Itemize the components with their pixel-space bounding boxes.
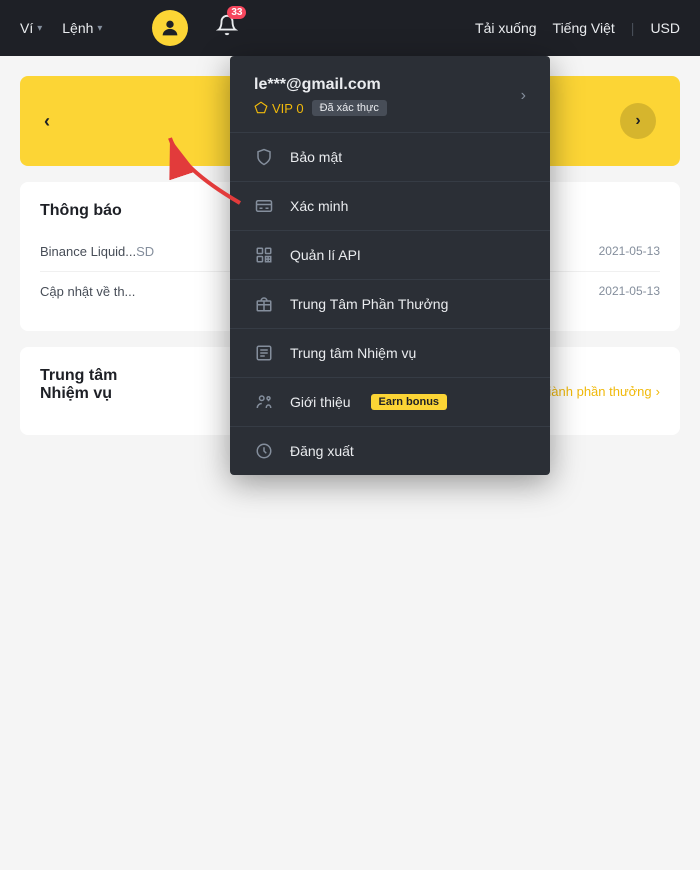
api-icon: [254, 245, 274, 265]
nav-left: Ví ▾ Lệnh ▾: [20, 20, 102, 36]
verified-badge: Đã xác thực: [312, 100, 387, 116]
notif-date-1: 2021-05-13: [599, 244, 660, 258]
menu-item-security[interactable]: Bảo mật: [230, 133, 550, 181]
task-icon: [254, 343, 274, 363]
person-icon: [159, 17, 181, 39]
chevron-right-icon: ›: [521, 87, 526, 105]
user-dropdown-menu: le***@gmail.com VIP 0 Đã xác thực › Bảo …: [230, 56, 550, 475]
banner-left-arrow: ‹: [44, 111, 50, 132]
menu-security-label: Bảo mật: [290, 149, 342, 165]
id-card-icon: [254, 196, 274, 216]
nav-orders-label: Lệnh: [62, 20, 93, 36]
earn-bonus-tag: Earn bonus: [371, 394, 448, 410]
download-link[interactable]: Tải xuống: [475, 20, 536, 36]
menu-item-reward[interactable]: Trung Tâm Phần Thưởng: [230, 280, 550, 328]
currency-selector[interactable]: USD: [650, 20, 680, 36]
arrow-icon: ›: [656, 384, 660, 399]
reward-icon: [254, 294, 274, 314]
divider: |: [631, 20, 635, 36]
vip-label: VIP 0: [254, 101, 304, 116]
menu-item-referral[interactable]: Giới thiệu Earn bonus: [230, 378, 550, 426]
menu-referral-label: Giới thiệu: [290, 394, 351, 410]
menu-task-label: Trung tâm Nhiệm vụ: [290, 345, 416, 361]
nav-orders[interactable]: Lệnh ▾: [62, 20, 102, 36]
task-center-title: Trung tâm Nhiệm vụ: [40, 367, 117, 403]
shield-icon: [254, 147, 274, 167]
user-email: le***@gmail.com: [254, 76, 387, 94]
chevron-down-icon: ▾: [37, 23, 42, 34]
header: Ví ▾ Lệnh ▾ 33 Tải xuống Tiếng Việt | US…: [0, 0, 700, 56]
notif-date-2: 2021-05-13: [599, 284, 660, 298]
language-selector[interactable]: Tiếng Việt: [553, 20, 615, 36]
menu-api-label: Quản lí API: [290, 247, 361, 263]
menu-item-api[interactable]: Quản lí API: [230, 231, 550, 279]
menu-verify-label: Xác minh: [290, 198, 348, 214]
menu-item-logout[interactable]: Đăng xuất: [230, 427, 550, 475]
chevron-down-icon: ▾: [97, 23, 102, 34]
nav-wallet-label: Ví: [20, 20, 33, 36]
menu-reward-label: Trung Tâm Phần Thưởng: [290, 296, 448, 312]
diamond-icon: [254, 101, 268, 115]
nav-wallet[interactable]: Ví ▾: [20, 20, 42, 36]
notification-badge: 33: [227, 6, 246, 19]
menu-item-task[interactable]: Trung tâm Nhiệm vụ: [230, 329, 550, 377]
menu-item-verify[interactable]: Xác minh: [230, 182, 550, 230]
referral-icon: [254, 392, 274, 412]
banner-right-arrow[interactable]: ›: [620, 103, 656, 139]
dropdown-header[interactable]: le***@gmail.com VIP 0 Đã xác thực ›: [230, 56, 550, 133]
logout-icon: [254, 441, 274, 461]
header-right: Tải xuống Tiếng Việt | USD: [475, 20, 680, 36]
user-info: le***@gmail.com VIP 0 Đã xác thực: [254, 76, 387, 116]
menu-logout-label: Đăng xuất: [290, 443, 354, 459]
notification-button[interactable]: 33: [216, 14, 238, 42]
avatar-button[interactable]: [152, 10, 188, 46]
user-vip-row: VIP 0 Đã xác thực: [254, 100, 387, 116]
